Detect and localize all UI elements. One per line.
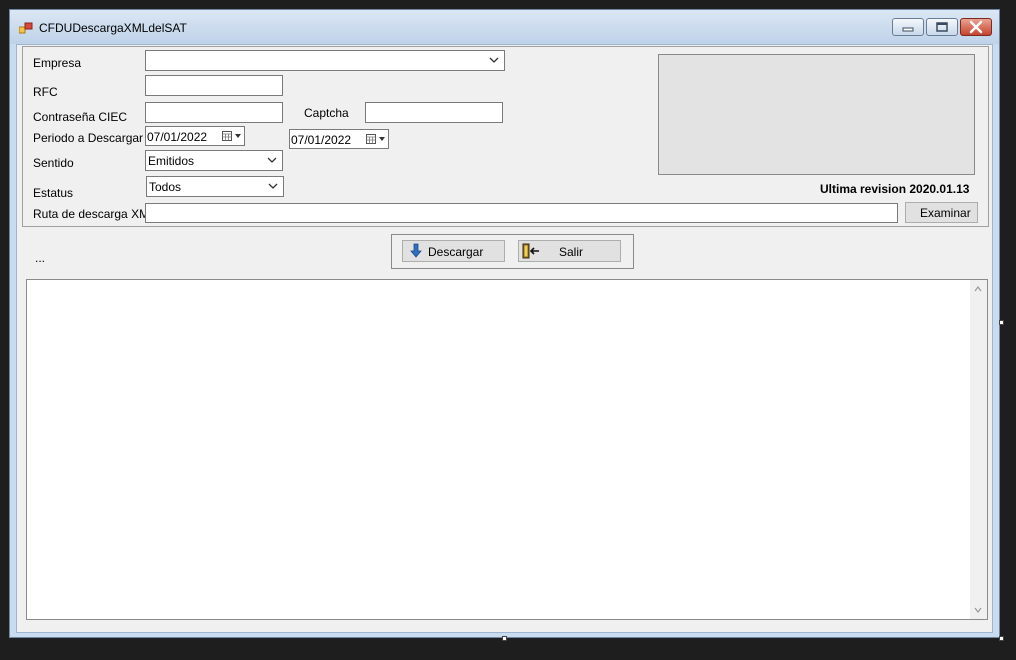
captcha-image-box — [658, 54, 975, 175]
ciec-input[interactable] — [145, 102, 283, 123]
empresa-label: Empresa — [33, 56, 82, 70]
log-textarea[interactable] — [26, 279, 988, 620]
calendar-icon — [222, 131, 232, 141]
estatus-label: Estatus — [33, 186, 74, 200]
estatus-combo[interactable]: Todos — [146, 176, 284, 197]
chevron-down-icon — [489, 57, 499, 63]
periodo-from-datepicker[interactable]: 07/01/2022 — [145, 126, 245, 146]
maximize-icon — [936, 22, 948, 32]
sentido-combo[interactable]: Emitidos — [145, 150, 283, 171]
exit-door-icon — [522, 243, 539, 259]
rfc-label: RFC — [33, 85, 58, 99]
salir-label: Salir — [559, 245, 584, 259]
down-arrow-icon — [410, 243, 422, 258]
descargar-button[interactable]: Descargar — [402, 240, 505, 262]
minimize-icon — [902, 27, 914, 32]
estatus-value: Todos — [149, 180, 182, 194]
log-vertical-scrollbar[interactable] — [970, 280, 987, 619]
examinar-label: Examinar — [920, 206, 971, 220]
periodo-to-datepicker[interactable]: 07/01/2022 — [289, 129, 389, 149]
resize-handle-corner[interactable] — [999, 636, 1004, 641]
descargar-label: Descargar — [428, 245, 484, 259]
title-bar[interactable]: CFDUDescargaXMLdelSAT — [10, 10, 999, 44]
ruta-input[interactable] — [145, 203, 898, 223]
resize-handle-right[interactable] — [999, 320, 1004, 325]
scroll-up-icon[interactable] — [974, 286, 982, 292]
window-title: CFDUDescargaXMLdelSAT — [39, 21, 187, 35]
parameters-panel: Empresa RFC Contraseña CIEC Captcha Peri… — [22, 46, 989, 227]
revision-label: Ultima revision 2020.01.13 — [820, 182, 970, 196]
actions-box: Descargar Salir — [391, 234, 634, 269]
sentido-label: Sentido — [33, 156, 74, 170]
examinar-button[interactable]: Examinar — [905, 202, 978, 223]
chevron-down-icon — [267, 157, 277, 163]
captcha-label: Captcha — [304, 106, 349, 120]
dropdown-arrow-icon — [379, 137, 385, 141]
form-designer-icon — [19, 22, 33, 34]
main-window: CFDUDescargaXMLdelSAT Empresa RFC Contra… — [9, 9, 1000, 638]
calendar-icon — [366, 134, 376, 144]
empresa-combo[interactable] — [145, 50, 505, 71]
salir-button[interactable]: Salir — [518, 240, 621, 262]
ruta-label: Ruta de descarga XML — [33, 207, 156, 221]
periodo-from-value: 07/01/2022 — [147, 130, 208, 144]
chevron-down-icon — [268, 183, 278, 189]
rfc-input[interactable] — [145, 75, 283, 96]
captcha-input[interactable] — [365, 102, 503, 123]
scroll-down-icon[interactable] — [974, 607, 982, 613]
periodo-to-value: 07/01/2022 — [291, 133, 352, 147]
close-button[interactable] — [960, 18, 992, 36]
minimize-button[interactable] — [892, 18, 924, 36]
close-icon — [969, 20, 983, 34]
maximize-button[interactable] — [926, 18, 958, 36]
sentido-value: Emitidos — [148, 154, 195, 168]
resize-handle-bottom[interactable] — [502, 636, 507, 641]
form-client-area: Empresa RFC Contraseña CIEC Captcha Peri… — [16, 44, 993, 633]
dropdown-arrow-icon — [235, 134, 241, 138]
status-label: ... — [35, 251, 46, 265]
periodo-label: Periodo a Descargar — [33, 131, 144, 145]
ciec-label: Contraseña CIEC — [33, 110, 128, 124]
